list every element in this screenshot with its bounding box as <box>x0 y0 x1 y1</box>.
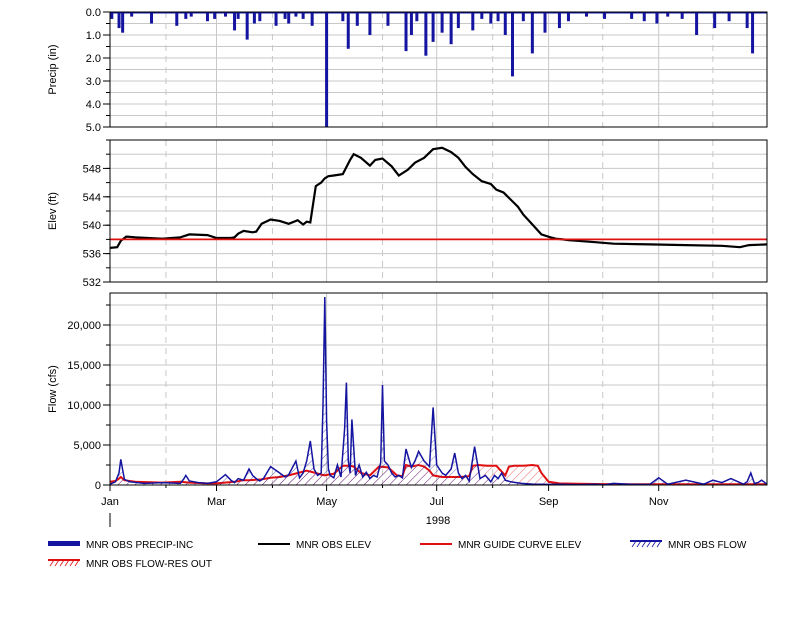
y-axis-title: Precip (in) <box>47 44 59 94</box>
x-tick-label: May <box>316 496 337 508</box>
y-tick-label: 2.0 <box>86 53 101 65</box>
precip-bar <box>543 12 547 33</box>
precip-bar <box>404 12 408 52</box>
precip-bar <box>245 12 249 40</box>
legend-item: MNR GUIDE CURVE ELEV <box>420 540 582 551</box>
precip-bar <box>386 12 390 26</box>
legend-label: MNR OBS ELEV <box>296 540 371 551</box>
legend-label: MNR OBS FLOW-RES OUT <box>86 559 212 570</box>
precip-bar <box>431 12 435 42</box>
y-tick-label: 532 <box>83 277 101 289</box>
x-tick-label: Jul <box>430 496 444 508</box>
y-tick-label: 536 <box>83 249 101 261</box>
y-axis-title: Elev (ft) <box>47 192 59 230</box>
label-layer: 0.0 1.0 2.0 3.0 4.0 5.0 Precip (in) 532 536 540 54… <box>47 7 669 527</box>
precip-bar <box>713 12 717 29</box>
panel-frame <box>109 292 768 486</box>
y-tick-label: 4.0 <box>86 99 101 111</box>
precip-bar <box>121 12 125 33</box>
y-tick-label: 15,000 <box>67 360 101 372</box>
y-tick-label: 548 <box>83 163 101 175</box>
precip-bar <box>557 12 561 29</box>
precip-bar <box>655 12 659 24</box>
precip-bar <box>117 12 121 29</box>
precip-bar <box>310 12 314 26</box>
y-tick-label: 20,000 <box>67 320 101 332</box>
y-tick-label: 3.0 <box>86 76 101 88</box>
grid-layer <box>109 11 767 486</box>
precip-bar <box>456 12 460 29</box>
y-tick-label: 5,000 <box>73 440 101 452</box>
legend-item: MNR OBS FLOW-RES OUT <box>48 559 212 570</box>
precip-bar <box>745 12 749 29</box>
series-layer <box>109 11 768 486</box>
precip-bar <box>252 12 256 24</box>
precip-bar <box>530 12 534 54</box>
x-tick-label: Nov <box>649 496 669 508</box>
legend-label: MNR OBS PRECIP-INC <box>86 540 193 551</box>
precip-bar <box>424 12 428 56</box>
y-tick-label: 0 <box>95 480 101 492</box>
hydrograph-chart: 0.0 1.0 2.0 3.0 4.0 5.0 Precip (in) 532 536 540 54… <box>47 7 768 570</box>
precip-bar <box>175 12 179 26</box>
precip-bar <box>409 12 413 35</box>
y-tick-label: 0.0 <box>86 7 101 19</box>
year-label: 1998 <box>426 515 450 527</box>
precip-bar <box>287 12 291 24</box>
x-tick-label: Sep <box>539 496 559 508</box>
precip-bar <box>503 12 507 35</box>
precip-bar <box>695 12 699 35</box>
precip-bar <box>346 12 350 49</box>
precip-bar <box>150 12 154 24</box>
precip-bar <box>368 12 372 35</box>
precip-bar <box>449 12 453 45</box>
precip-bar <box>355 12 359 26</box>
y-tick-label: 540 <box>83 220 101 232</box>
x-tick-label: Jan <box>101 496 119 508</box>
precip-bar <box>325 12 329 127</box>
y-axis-title: Flow (cfs) <box>47 365 59 413</box>
precip-bar <box>274 12 278 26</box>
precip-bar <box>440 12 444 33</box>
legend: MNR OBS PRECIP-INC MNR OBS ELEV MNR GUIDE … <box>48 540 747 570</box>
legend-item: MNR OBS FLOW <box>630 540 747 551</box>
y-tick-label: 544 <box>83 192 101 204</box>
y-tick-label: 5.0 <box>86 122 101 134</box>
elev-series-line <box>109 146 768 249</box>
precip-bar <box>511 12 515 77</box>
legend-swatch <box>48 541 80 546</box>
precip-bar <box>471 12 475 31</box>
legend-label: MNR OBS FLOW <box>668 540 747 551</box>
legend-item: MNR OBS ELEV <box>258 540 371 551</box>
x-tick-label: Mar <box>207 496 226 508</box>
precip-bar <box>489 12 493 24</box>
legend-label: MNR GUIDE CURVE ELEV <box>458 540 582 551</box>
legend-item: MNR OBS PRECIP-INC <box>48 540 193 551</box>
precip-bar <box>751 12 755 54</box>
y-tick-label: 10,000 <box>67 400 101 412</box>
y-tick-label: 1.0 <box>86 30 101 42</box>
precip-bar <box>233 12 237 31</box>
